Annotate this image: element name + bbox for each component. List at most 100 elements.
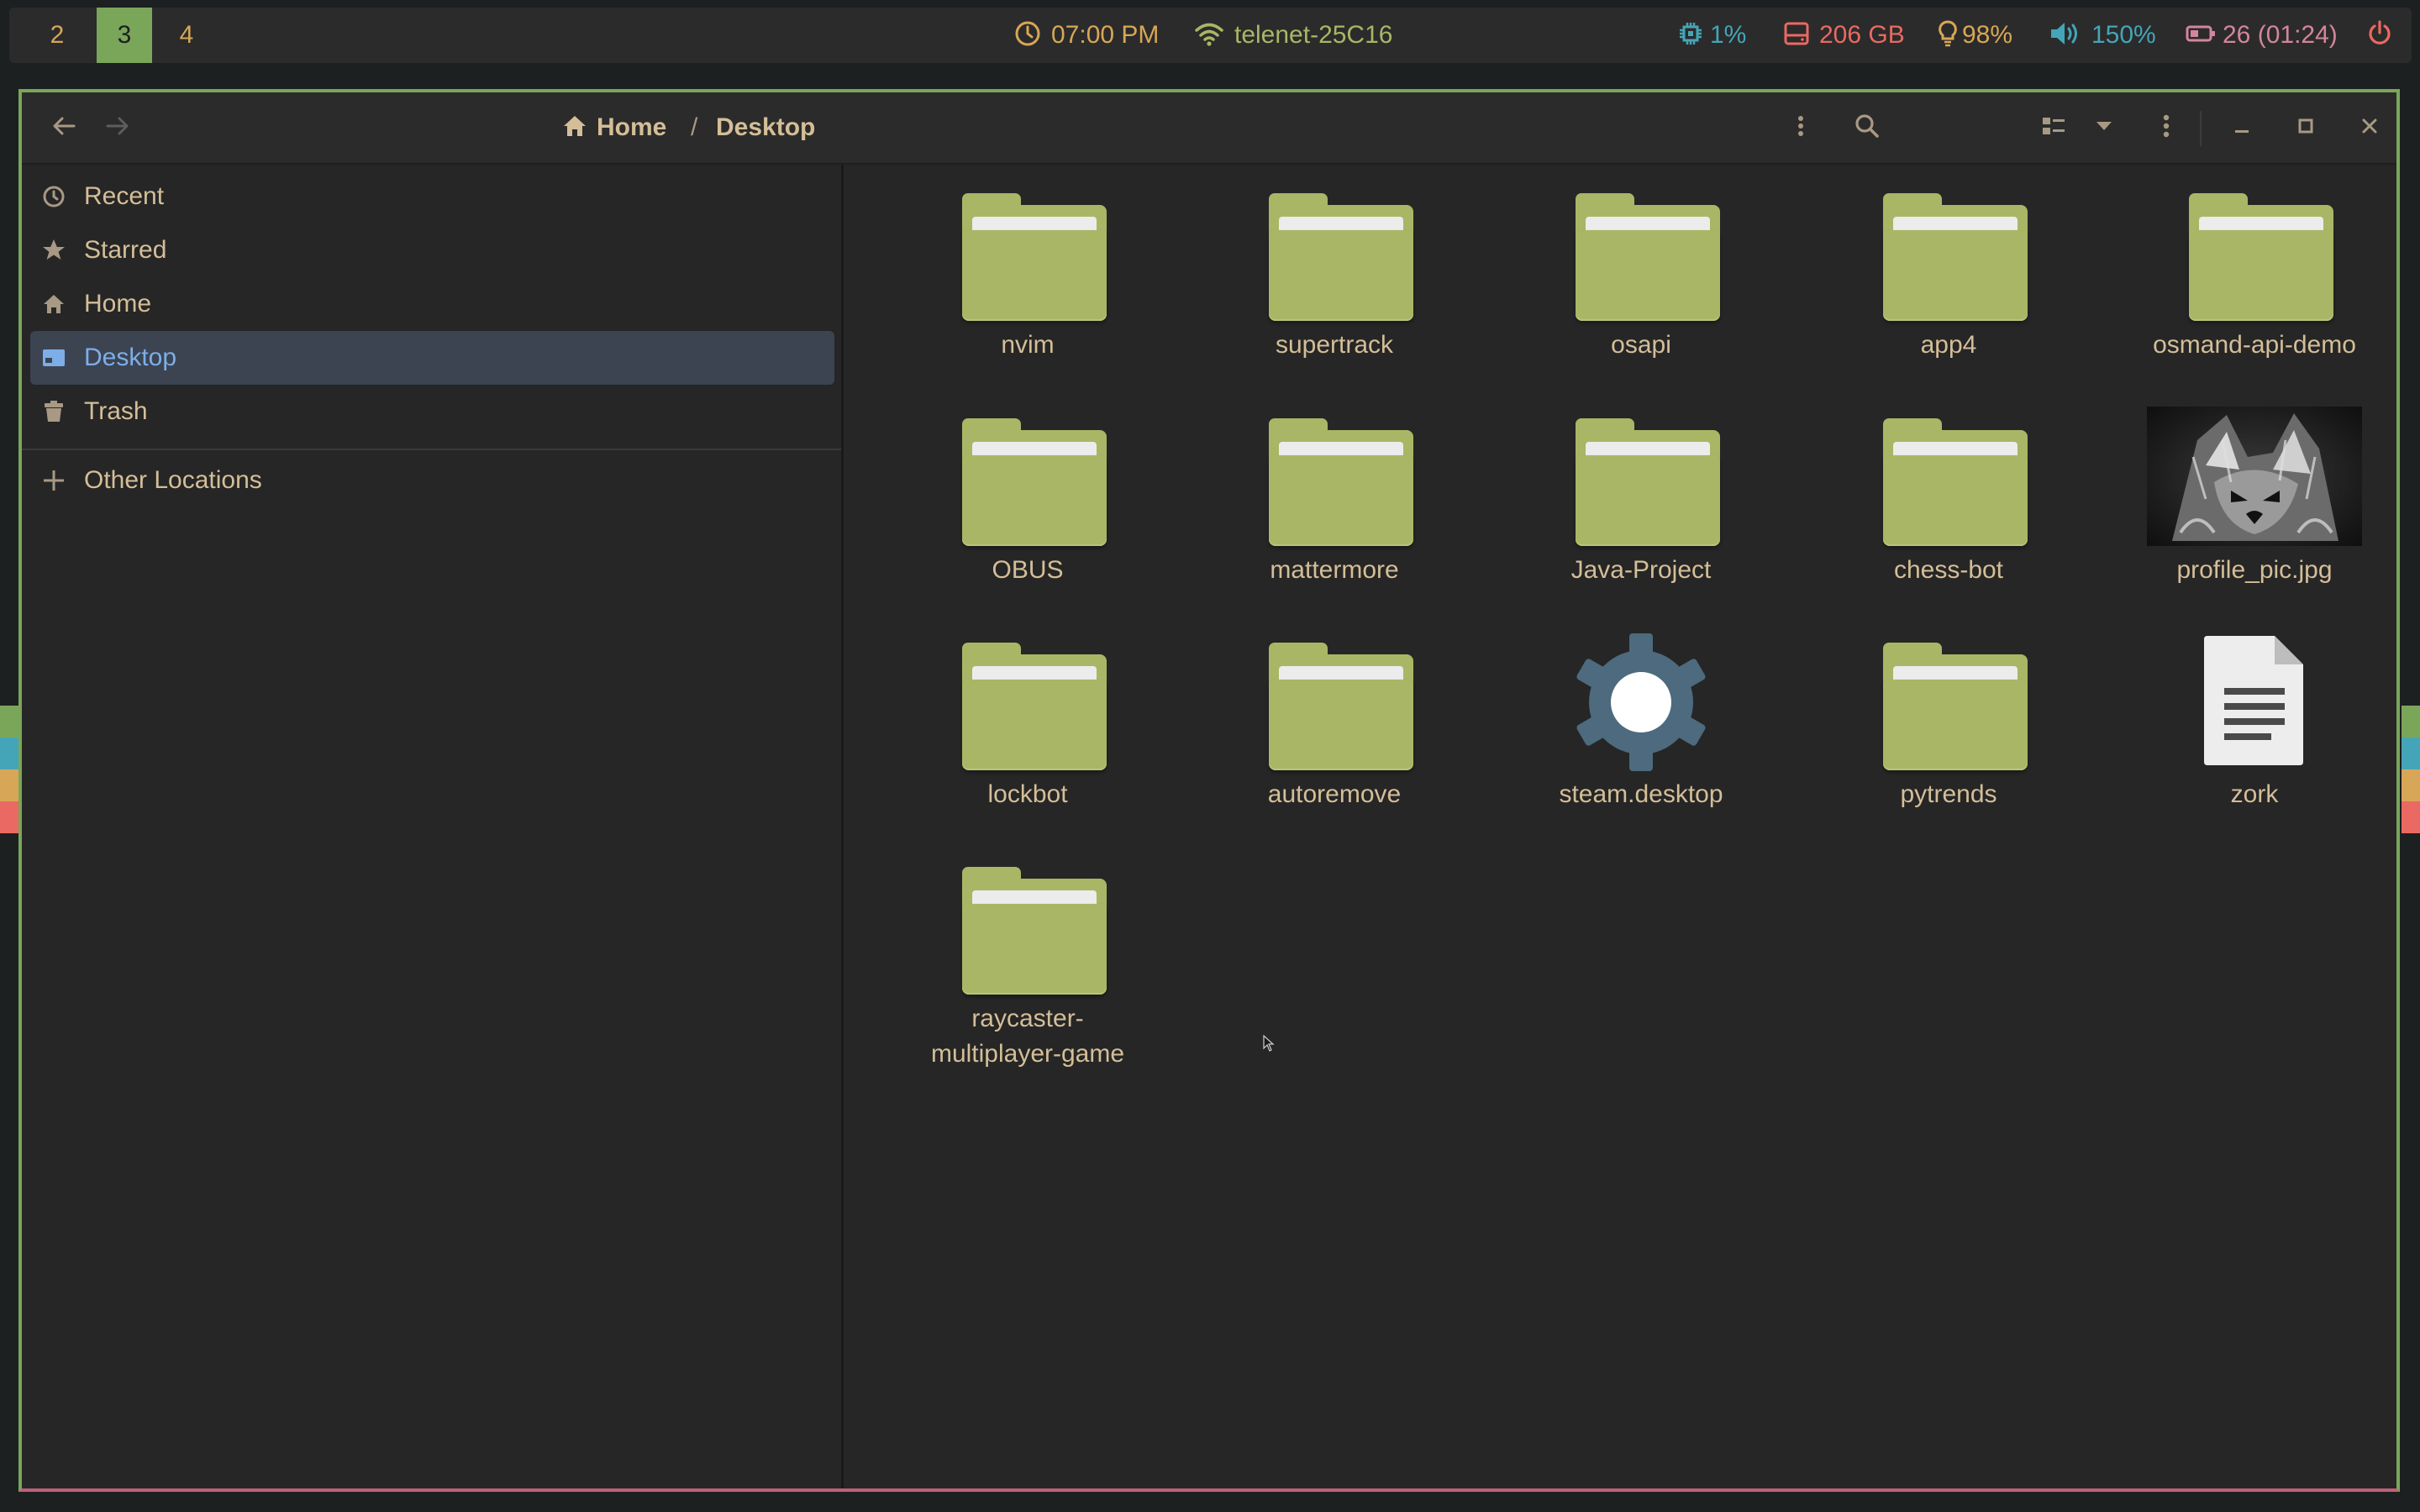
file-item-profile-pic[interactable]: profile_pic.jpg (2103, 407, 2406, 588)
folder-icon (1269, 193, 1413, 321)
disk-module[interactable]: 206 GB (1784, 8, 1905, 63)
file-item-lockbot[interactable]: lockbot (876, 631, 1179, 812)
back-icon (52, 116, 76, 140)
file-name: supertrack (1275, 331, 1394, 359)
volume-module[interactable]: 150% (2049, 8, 2156, 63)
folder-icon (962, 418, 1107, 546)
sidebar-separator (22, 449, 841, 450)
file-name: osapi (1611, 331, 1671, 359)
file-item-chess-bot[interactable]: chess-bot (1797, 407, 2100, 588)
workspace-4-button[interactable]: 4 (159, 8, 214, 63)
folder-icon (962, 193, 1107, 321)
clock-module[interactable]: 07:00 PM (1014, 8, 1159, 63)
file-item-app4[interactable]: app4 (1797, 181, 2100, 363)
clock-text: 07:00 PM (1051, 21, 1160, 49)
file-item-java-project[interactable]: Java-Project (1490, 407, 1792, 588)
sidebar-item-other-locations[interactable]: Other Locations (30, 454, 834, 507)
file-item-steam-desktop[interactable]: steam.desktop (1490, 631, 1792, 812)
sidebar-item-label: Desktop (84, 344, 177, 371)
cpu-module[interactable]: 1% (1678, 8, 1746, 63)
star-icon (42, 239, 66, 262)
file-item-raycaster-multiplayer-game[interactable]: raycaster- multiplayer-game (876, 855, 1179, 1072)
workspace-3-button[interactable]: 3 (97, 8, 152, 63)
battery-icon (2186, 24, 2216, 43)
file-name: raycaster- multiplayer-game (876, 1001, 1179, 1072)
recent-icon (42, 185, 66, 208)
file-item-obus[interactable]: OBUS (876, 407, 1179, 588)
wifi-module[interactable]: telenet-25C16 (1194, 8, 1392, 63)
folder-icon (962, 643, 1107, 770)
top-status-bar: 2 3 4 07:00 PM telenet-25C16 1% 206 GB 9… (9, 8, 2412, 63)
breadcrumb-home-icon-wrap[interactable] (558, 92, 592, 163)
file-name: nvim (1001, 331, 1055, 359)
sidebar-item-recent[interactable]: Recent (30, 170, 834, 223)
path-menu-button[interactable] (1780, 92, 1822, 163)
breadcrumb-home[interactable]: Home (597, 92, 666, 163)
breadcrumb-separator: / (691, 113, 698, 141)
file-name: OBUS (992, 556, 1064, 584)
cpu-icon (1678, 21, 1703, 46)
file-item-osapi[interactable]: osapi (1490, 181, 1792, 363)
sidebar-item-label: Trash (84, 397, 148, 425)
sidebar-item-desktop[interactable]: Desktop (30, 331, 834, 385)
plus-icon (42, 469, 66, 492)
trash-icon (42, 400, 66, 423)
close-icon (2361, 118, 2378, 139)
file-item-supertrack[interactable]: supertrack (1183, 181, 1486, 363)
sidebar-item-home[interactable]: Home (30, 277, 834, 331)
main-menu-button[interactable] (2141, 92, 2191, 163)
home-icon (562, 114, 587, 142)
file-item-autoremove[interactable]: autoremove (1183, 631, 1486, 812)
brightness-module[interactable]: 98% (1939, 8, 2012, 63)
power-button[interactable] (2367, 8, 2402, 63)
file-name: profile_pic.jpg (2176, 556, 2333, 584)
folder-icon (1883, 643, 2028, 770)
bulb-icon (1939, 20, 1957, 47)
sidebar-item-label: Other Locations (84, 466, 262, 494)
view-toggle-button[interactable] (2028, 92, 2079, 163)
view-options-dropdown[interactable] (2079, 92, 2129, 163)
folder-icon (1269, 643, 1413, 770)
back-button[interactable] (39, 92, 89, 163)
search-button[interactable] (1842, 92, 1892, 163)
sidebar-item-trash[interactable]: Trash (30, 385, 834, 438)
workspace-2-button[interactable]: 2 (29, 8, 85, 63)
sidebar-item-label: Home (84, 290, 152, 318)
left-accent-strip-green (0, 706, 18, 738)
minimize-button[interactable] (2217, 92, 2267, 163)
file-item-zork[interactable]: zork (2103, 631, 2406, 812)
power-icon (2367, 20, 2392, 47)
forward-button[interactable] (92, 92, 143, 163)
file-name-line-1: raycaster- (971, 1005, 1084, 1032)
file-name-line-2: multiplayer-game (930, 1040, 1125, 1068)
sidebar-item-starred[interactable]: Starred (30, 223, 834, 277)
wifi-ssid-text: telenet-25C16 (1234, 21, 1393, 49)
search-icon (1854, 113, 1880, 143)
file-item-nvim[interactable]: nvim (876, 181, 1179, 363)
sidebar-item-label: Starred (84, 236, 167, 264)
wifi-icon (1194, 21, 1224, 46)
file-item-osmand-api-demo[interactable]: osmand-api-demo (2103, 181, 2406, 363)
left-accent-strip-cyan (0, 738, 18, 769)
close-button[interactable] (2344, 92, 2395, 163)
maximize-button[interactable] (2281, 92, 2331, 163)
battery-module[interactable]: 26 (01:24) (2186, 8, 2338, 63)
folder-icon (962, 867, 1107, 995)
kebab-menu-icon (1797, 114, 1804, 142)
sidebar-item-label: Recent (84, 182, 165, 210)
disk-free-text: 206 GB (1819, 21, 1905, 49)
file-manager-window: Home / Desktop Recent Starred Home Deskt… (18, 89, 2400, 1492)
home-icon (42, 292, 66, 316)
file-grid: nvim supertrack osapi app4 osmand-api-de… (844, 165, 2396, 1488)
maximize-icon (2297, 118, 2314, 139)
left-accent-strip-red (0, 801, 18, 833)
file-item-mattermore[interactable]: mattermore (1183, 407, 1486, 588)
speaker-icon (2049, 20, 2081, 47)
header-divider (2200, 111, 2202, 146)
chevron-down-icon (2095, 120, 2113, 136)
file-item-pytrends[interactable]: pytrends (1797, 631, 2100, 812)
file-name: pytrends (1900, 780, 1997, 808)
file-name: mattermore (1270, 556, 1399, 584)
folder-icon (1883, 193, 2028, 321)
breadcrumb-current[interactable]: Desktop (716, 92, 815, 163)
